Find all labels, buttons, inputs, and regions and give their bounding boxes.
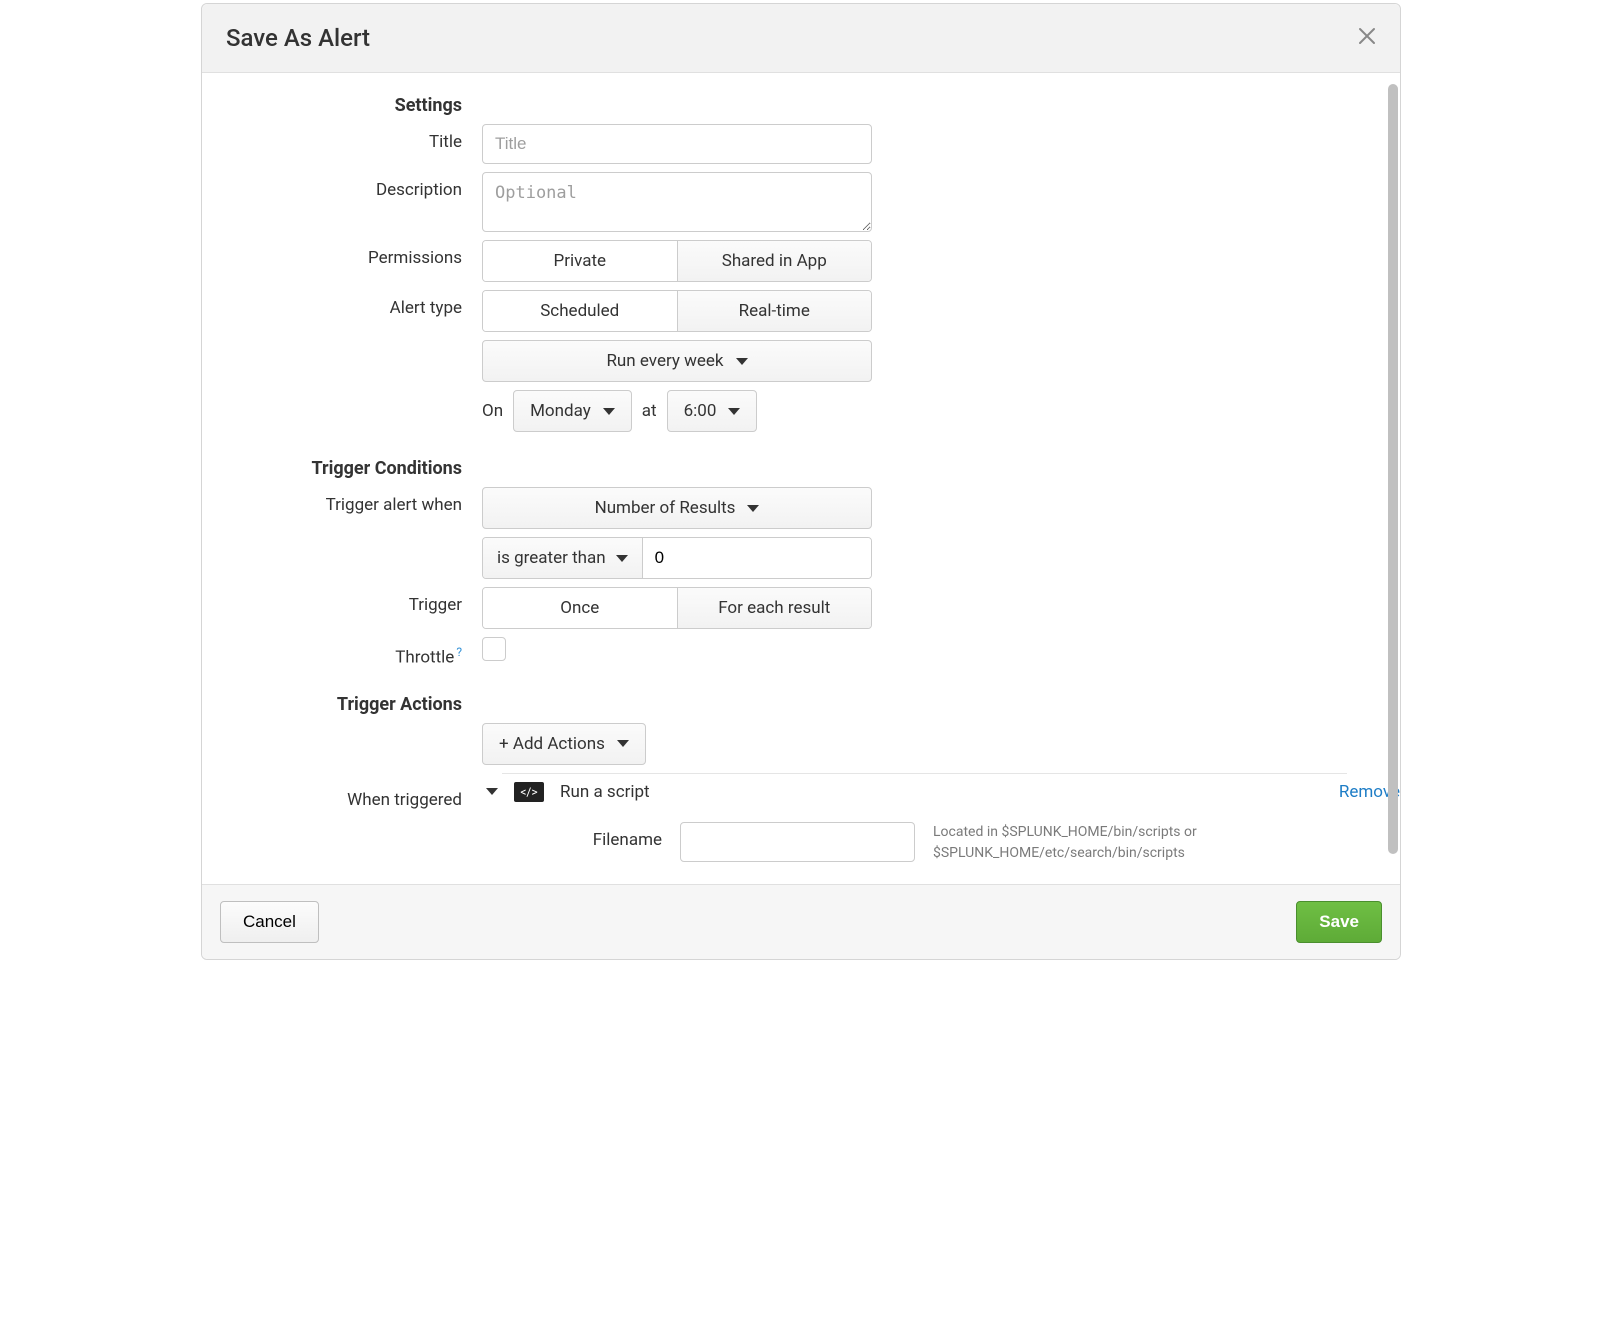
add-actions-dropdown[interactable]: + Add Actions [482,723,646,765]
trigger-comparator-combo: is greater than [482,537,872,579]
description-textarea[interactable] [482,172,872,232]
alert-type-scheduled[interactable]: Scheduled [483,291,677,331]
label-on: On [482,401,503,421]
label-trigger: Trigger [202,587,482,615]
section-trigger-actions-heading: Trigger Actions [202,690,482,715]
schedule-day-value: Monday [530,401,591,421]
dialog-footer: Cancel Save [202,884,1400,959]
divider [502,773,1347,774]
trigger-each-result[interactable]: For each result [677,588,872,628]
action-script-name: Run a script [560,782,650,802]
label-filename: Filename [502,822,662,850]
label-throttle: Throttle? [202,637,482,668]
throttle-checkbox[interactable] [482,637,506,661]
save-button[interactable]: Save [1296,901,1382,943]
script-icon: </> [514,782,544,802]
dialog-title: Save As Alert [226,24,370,52]
trigger-threshold-input[interactable] [643,538,871,578]
throttle-text: Throttle [395,648,454,668]
trigger-comparator-value: is greater than [497,548,606,568]
permissions-shared[interactable]: Shared in App [677,241,872,281]
chevron-down-icon [736,358,748,365]
label-trigger-when: Trigger alert when [202,487,482,515]
dialog-header: Save As Alert [202,4,1400,73]
chevron-down-icon [617,740,629,747]
schedule-time-dropdown[interactable]: 6:00 [667,390,758,432]
label-description: Description [202,172,482,200]
cancel-button[interactable]: Cancel [220,901,319,943]
schedule-day-dropdown[interactable]: Monday [513,390,632,432]
save-as-alert-dialog: Save As Alert Settings Title Description… [201,3,1401,960]
chevron-down-icon [747,505,759,512]
scrollbar[interactable] [1386,84,1400,911]
schedule-frequency-dropdown[interactable]: Run every week [482,340,872,382]
section-settings-heading: Settings [202,91,482,116]
section-trigger-conditions-heading: Trigger Conditions [202,454,482,479]
label-title: Title [202,124,482,152]
trigger-metric-dropdown[interactable]: Number of Results [482,487,872,529]
trigger-metric-value: Number of Results [595,498,736,518]
label-alert-type: Alert type [202,290,482,318]
filename-hint: Located in $SPLUNK_HOME/bin/scripts or $… [933,822,1253,864]
title-input[interactable] [482,124,872,164]
alert-type-toggle: Scheduled Real-time [482,290,872,332]
alert-type-realtime[interactable]: Real-time [677,291,872,331]
scrollbar-thumb[interactable] [1388,84,1398,854]
trigger-comparator-dropdown[interactable]: is greater than [483,538,643,578]
permissions-toggle: Private Shared in App [482,240,872,282]
trigger-mode-toggle: Once For each result [482,587,872,629]
add-actions-label: + Add Actions [499,734,605,754]
permissions-private[interactable]: Private [483,241,677,281]
schedule-frequency-value: Run every week [606,351,723,371]
label-permissions: Permissions [202,240,482,268]
label-at: at [642,401,657,421]
dialog-body: Settings Title Description Permissions P… [202,73,1400,884]
help-icon[interactable]: ? [456,645,462,659]
chevron-down-icon [603,408,615,415]
label-when-triggered: When triggered [202,782,482,810]
chevron-down-icon [616,555,628,562]
trigger-once[interactable]: Once [483,588,677,628]
chevron-down-icon [728,408,740,415]
close-icon[interactable] [1358,26,1376,51]
chevron-down-icon[interactable] [486,788,498,795]
filename-input[interactable] [680,822,915,862]
schedule-time-value: 6:00 [684,401,717,421]
